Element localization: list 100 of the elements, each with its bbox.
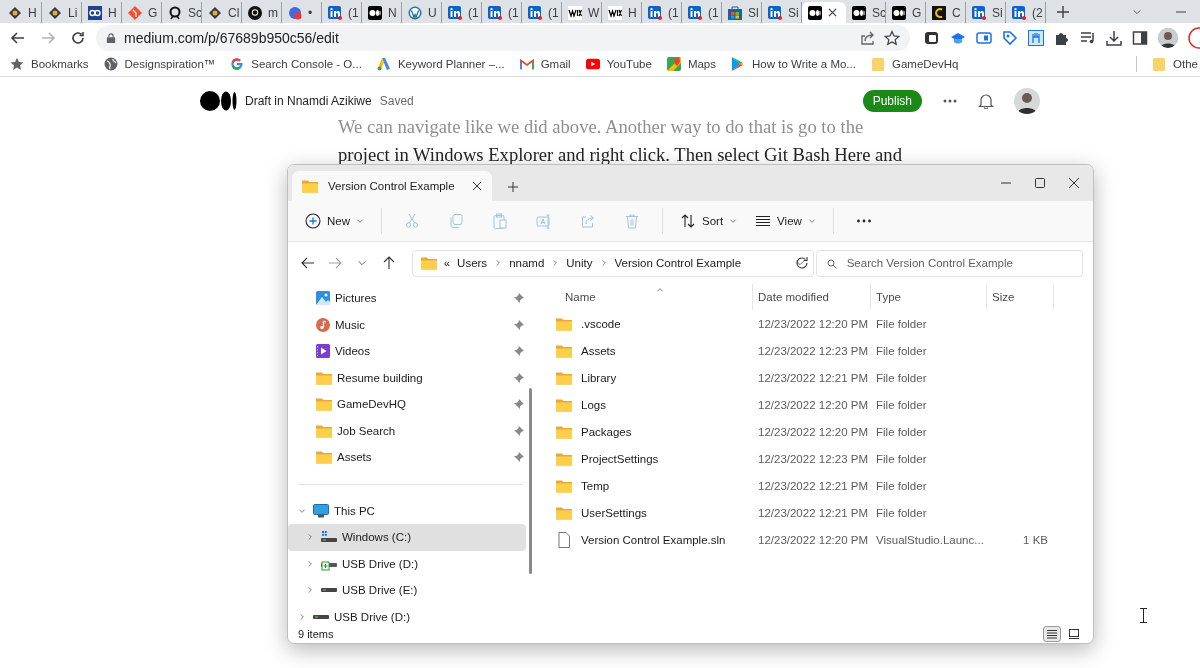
breadcrumb[interactable]: Users: [457, 257, 488, 269]
extension-icon[interactable]: [924, 29, 940, 46]
scrollbar[interactable]: [529, 388, 532, 574]
circles-logo-icon[interactable]: [200, 91, 237, 111]
browser-tab[interactable]: H: [602, 2, 642, 23]
browser-tab[interactable]: (1: [442, 2, 482, 23]
tag-icon[interactable]: [1002, 29, 1018, 46]
browser-tab[interactable]: W: [562, 2, 602, 23]
publish-button[interactable]: Publish: [862, 90, 922, 112]
reload-icon[interactable]: [70, 29, 86, 46]
bookmark[interactable]: Keyword Planner –...: [376, 57, 505, 71]
column-header[interactable]: Size: [987, 284, 1054, 310]
browser-tab[interactable]: Sc: [846, 2, 886, 23]
share-icon[interactable]: [860, 29, 876, 46]
browser-tab[interactable]: m: [242, 2, 282, 23]
new-button[interactable]: New: [298, 206, 371, 236]
column-header[interactable]: Date modified: [753, 284, 871, 310]
nav-item[interactable]: Videos: [288, 338, 526, 365]
browser-tab[interactable]: U: [402, 2, 442, 23]
tree-item[interactable]: USB Drive (E:): [288, 577, 526, 604]
browser-tab[interactable]: Sc: [162, 2, 202, 23]
browser-tab[interactable]: (1: [322, 2, 362, 23]
search-field[interactable]: Search Version Control Example: [815, 249, 1083, 277]
tree-item[interactable]: Windows (C:): [288, 524, 526, 551]
media-queue-icon[interactable]: [1080, 29, 1096, 46]
close-icon[interactable]: [472, 181, 482, 191]
browser-tab[interactable]: •: [282, 2, 322, 23]
nav-item[interactable]: GameDevHQ: [288, 391, 526, 418]
breadcrumb[interactable]: nnamd: [509, 257, 545, 269]
browser-tab[interactable]: Li: [42, 2, 82, 23]
tree-item[interactable]: USB Drive (D:): [288, 550, 526, 577]
file-name[interactable]: ProjectSettings: [581, 452, 659, 465]
back-icon[interactable]: [300, 255, 317, 271]
browser-tab[interactable]: (1: [682, 2, 722, 23]
address-bar[interactable]: medium.com/p/67689b950c56/edit: [96, 24, 910, 51]
browser-tab[interactable]: C: [926, 2, 966, 23]
browser-tab[interactable]: Si: [966, 2, 1006, 23]
nav-item[interactable]: Pictures: [288, 285, 526, 312]
address-dropdown-icon[interactable]: [794, 258, 805, 268]
plus-icon[interactable]: [508, 182, 518, 192]
close-icon[interactable]: [828, 8, 837, 17]
browser-tab[interactable]: G: [886, 2, 926, 23]
column-header[interactable]: Type: [871, 284, 987, 310]
overflow-mark[interactable]: «: [443, 257, 451, 269]
file-name[interactable]: Library: [581, 371, 617, 384]
view-button[interactable]: View: [748, 206, 823, 236]
file-name[interactable]: Version Control Example.sln: [581, 533, 726, 546]
browser-tab[interactable]: (2: [1006, 2, 1046, 23]
browser-tab[interactable]: Sl: [722, 2, 762, 23]
tree-item[interactable]: This PC: [288, 497, 526, 524]
nav-item[interactable]: Assets: [288, 444, 526, 471]
profile-avatar[interactable]: [1014, 88, 1040, 114]
address-bar[interactable]: « Users nnamd Unity Version Control Example: [411, 249, 814, 277]
recent-locations-icon[interactable]: [357, 258, 368, 268]
file-name[interactable]: Logs: [581, 398, 606, 411]
breadcrumb[interactable]: Version Control Example: [614, 257, 742, 269]
browser-tab[interactable]: Si: [762, 2, 802, 23]
browser-tab[interactable]: G: [122, 2, 162, 23]
browser-tab[interactable]: H: [82, 2, 122, 23]
browser-tab[interactable]: H: [2, 2, 42, 23]
bookmark[interactable]: Othe: [1152, 57, 1198, 71]
close-icon[interactable]: [1069, 178, 1079, 188]
fist-icon[interactable]: [1028, 29, 1044, 46]
profile-ring-icon[interactable]: [1188, 26, 1200, 49]
column-header[interactable]: Name: [538, 284, 753, 310]
nav-item[interactable]: Job Search: [288, 417, 526, 444]
window-tab[interactable]: Version Control Example: [292, 171, 492, 201]
tree-item[interactable]: USB Drive (D:): [288, 603, 526, 625]
browser-tab[interactable]: (1: [522, 2, 562, 23]
bookmark[interactable]: GameDevHq: [870, 57, 959, 71]
file-name[interactable]: Packages: [581, 425, 632, 438]
bookmark[interactable]: Search Console - O...: [230, 57, 362, 71]
plus-icon[interactable]: [1056, 4, 1070, 19]
nav-item[interactable]: Music: [288, 311, 526, 338]
browser-tab[interactable]: Cl: [202, 2, 242, 23]
details-view-button[interactable]: [1043, 626, 1061, 642]
bookmark[interactable]: Gmail: [519, 57, 571, 71]
back-icon[interactable]: [10, 29, 26, 46]
sort-button[interactable]: Sort: [673, 206, 745, 236]
maximize-icon[interactable]: [1035, 178, 1045, 188]
side-panel-icon[interactable]: [1132, 29, 1148, 46]
file-name[interactable]: UserSettings: [581, 506, 647, 519]
browser-tab[interactable]: (1: [642, 2, 682, 23]
file-name[interactable]: Temp: [581, 479, 610, 492]
refresh-icon[interactable]: [793, 255, 810, 271]
forward-icon[interactable]: [327, 255, 344, 271]
browser-tab[interactable]: N: [362, 2, 402, 23]
nav-item[interactable]: Resume building: [288, 364, 526, 391]
file-name[interactable]: .vscode: [581, 317, 621, 330]
browser-tab[interactable]: (1: [482, 2, 522, 23]
profile-avatar[interactable]: [1158, 27, 1178, 48]
bookmark[interactable]: Bookmarks: [10, 57, 89, 71]
bookmark[interactable]: How to Write a Mo...: [731, 57, 856, 71]
bookmark[interactable]: Designspiration™: [103, 57, 216, 71]
download-icon[interactable]: [1106, 29, 1122, 46]
file-name[interactable]: Assets: [581, 344, 616, 357]
star-outline-icon[interactable]: [884, 29, 900, 46]
browser-tab[interactable]: [802, 2, 846, 23]
bookmark[interactable]: Maps: [666, 57, 716, 71]
bookmark[interactable]: YouTube: [585, 57, 652, 71]
